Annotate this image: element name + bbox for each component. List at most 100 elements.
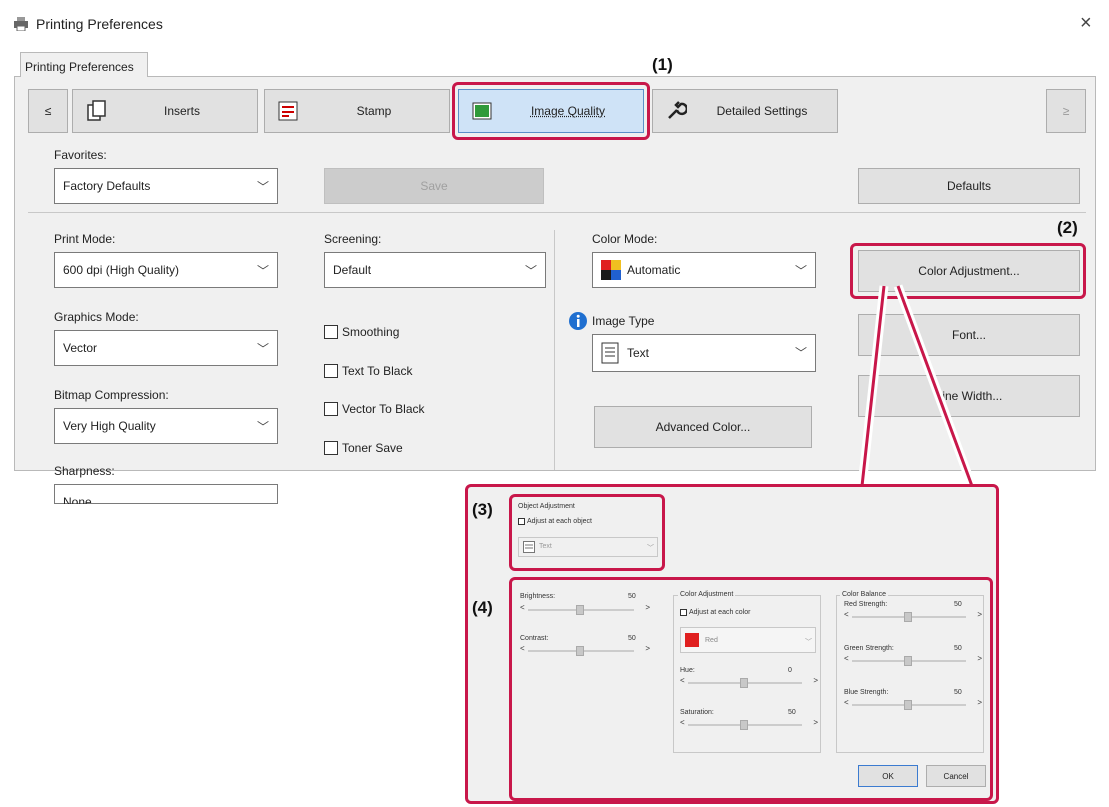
object-type-value: Text	[539, 543, 552, 550]
checkbox-box	[324, 325, 338, 339]
color-adjustment-title: Color Adjustment	[678, 591, 736, 598]
adjust-each-color-checkbox[interactable]: Adjust at each color	[680, 609, 750, 616]
hue-slider[interactable]: < >	[680, 676, 818, 688]
chevron-down-icon: ﹀	[256, 180, 269, 194]
callout-1-box	[452, 82, 650, 140]
title-bar: Printing Preferences ×	[0, 0, 1109, 46]
bitmap-compression-select[interactable]: Very High Quality ﹀	[54, 408, 278, 444]
prev-tab-button[interactable]: ≤	[28, 89, 68, 133]
color-mode-label: Color Mode:	[592, 232, 658, 246]
sharpness-label: Sharpness:	[54, 464, 115, 478]
divider	[28, 212, 1086, 213]
callout-1-label: (1)	[652, 55, 673, 74]
color-select-value: Red	[705, 637, 718, 644]
tab-detailed-settings[interactable]: Detailed Settings	[652, 89, 838, 133]
contrast-value: 50	[628, 635, 636, 642]
graphics-mode-select[interactable]: Vector ﹀	[54, 330, 278, 366]
callout-2-label: (2)	[1057, 218, 1078, 237]
green-strength-value: 50	[954, 645, 962, 652]
adjust-each-color-label: Adjust at each color	[689, 609, 751, 616]
stamp-icon	[278, 101, 298, 121]
favorites-value: Factory Defaults	[63, 179, 151, 193]
sharpness-value: None	[63, 495, 92, 509]
brightness-slider[interactable]: < >	[520, 603, 650, 615]
hue-label: Hue:	[680, 667, 695, 674]
adjust-each-object-checkbox[interactable]: Adjust at each object	[518, 518, 592, 525]
graphics-mode-value: Vector	[63, 341, 98, 355]
tab-label: Detailed Settings	[716, 104, 808, 118]
checkbox-box	[324, 364, 338, 378]
screening-label: Screening:	[324, 232, 382, 246]
window-title: Printing Preferences	[36, 16, 163, 32]
text-to-black-label: Text To Black	[342, 364, 413, 378]
tab-inserts[interactable]: Inserts	[72, 89, 258, 133]
advanced-color-button[interactable]: Advanced Color...	[594, 406, 812, 448]
text-to-black-checkbox[interactable]: Text To Black	[324, 364, 412, 378]
callout-4-label: (4)	[472, 598, 493, 617]
favorites-label: Favorites:	[54, 148, 107, 162]
line-width-button[interactable]: Line Width...	[858, 375, 1080, 417]
contrast-label: Contrast:	[520, 635, 549, 642]
print-mode-value: 600 dpi (High Quality)	[63, 263, 180, 277]
save-button[interactable]: Save	[324, 168, 544, 204]
red-strength-value: 50	[954, 601, 962, 608]
vector-to-black-checkbox[interactable]: Vector To Black	[324, 402, 425, 416]
tab-stamp[interactable]: Stamp	[264, 89, 450, 133]
toner-save-checkbox[interactable]: Toner Save	[324, 441, 403, 455]
saturation-value: 50	[788, 709, 796, 716]
ok-button[interactable]: OK	[858, 765, 918, 787]
text-document-icon	[523, 541, 535, 553]
chevron-down-icon: ﹀	[256, 264, 269, 278]
bitmap-compression-value: Very High Quality	[63, 419, 156, 433]
checkbox-box	[680, 609, 687, 616]
screening-value: Default	[333, 263, 372, 277]
chevron-down-icon: ﹀	[256, 342, 269, 356]
color-balance-title: Color Balance	[840, 591, 888, 598]
blue-strength-label: Blue Strength:	[844, 689, 889, 696]
red-strength-slider[interactable]: < >	[844, 610, 982, 622]
bitmap-compression-label: Bitmap Compression:	[54, 388, 169, 402]
next-tab-button[interactable]: ≥	[1046, 89, 1086, 133]
object-type-select[interactable]: Text ﹀	[518, 537, 658, 557]
color-adjustment-dialog: Object Adjustment Adjust at each object …	[465, 484, 999, 804]
smoothing-label: Smoothing	[342, 325, 400, 339]
cancel-button[interactable]: Cancel	[926, 765, 986, 787]
tab-label: Stamp	[356, 104, 392, 118]
toner-save-label: Toner Save	[342, 441, 403, 455]
chevron-down-icon: ﹀	[256, 420, 269, 434]
contrast-slider[interactable]: < >	[520, 644, 650, 656]
tab-label: Inserts	[163, 104, 200, 118]
sharpness-select[interactable]: None	[54, 484, 278, 504]
red-swatch	[685, 633, 699, 647]
font-button[interactable]: Font...	[858, 314, 1080, 356]
divider	[554, 230, 555, 470]
saturation-label: Saturation:	[680, 709, 714, 716]
favorites-select[interactable]: Factory Defaults ﹀	[54, 168, 278, 204]
screening-select[interactable]: Default ﹀	[324, 252, 546, 288]
object-adjustment-title: Object Adjustment	[518, 503, 575, 510]
tab-printing-preferences[interactable]: Printing Preferences	[20, 52, 148, 77]
color-mode-select[interactable]: Automatic ﹀	[592, 252, 816, 288]
green-strength-label: Green Strength:	[844, 645, 894, 652]
printer-icon	[14, 17, 28, 31]
graphics-mode-label: Graphics Mode:	[54, 310, 139, 324]
saturation-slider[interactable]: < >	[680, 718, 818, 730]
color-select[interactable]: Red ﹀	[680, 627, 816, 653]
defaults-button[interactable]: Defaults	[858, 168, 1080, 204]
green-strength-slider[interactable]: < >	[844, 654, 982, 666]
image-type-select[interactable]: Text ﹀	[592, 334, 816, 372]
blue-strength-value: 50	[954, 689, 962, 696]
wrench-icon	[668, 101, 687, 119]
print-mode-select[interactable]: 600 dpi (High Quality) ﹀	[54, 252, 278, 288]
blue-strength-slider[interactable]: < >	[844, 698, 982, 710]
checkbox-box	[324, 402, 338, 416]
close-icon[interactable]: ×	[1080, 12, 1092, 35]
color-mode-value: Automatic	[627, 263, 681, 277]
info-icon	[569, 312, 587, 330]
color-mode-icon	[601, 260, 621, 280]
red-strength-label: Red Strength:	[844, 601, 888, 608]
image-type-label: Image Type	[592, 314, 655, 328]
smoothing-checkbox[interactable]: Smoothing	[324, 325, 399, 339]
chevron-down-icon: ﹀	[647, 545, 654, 552]
image-type-value: Text	[627, 346, 650, 360]
